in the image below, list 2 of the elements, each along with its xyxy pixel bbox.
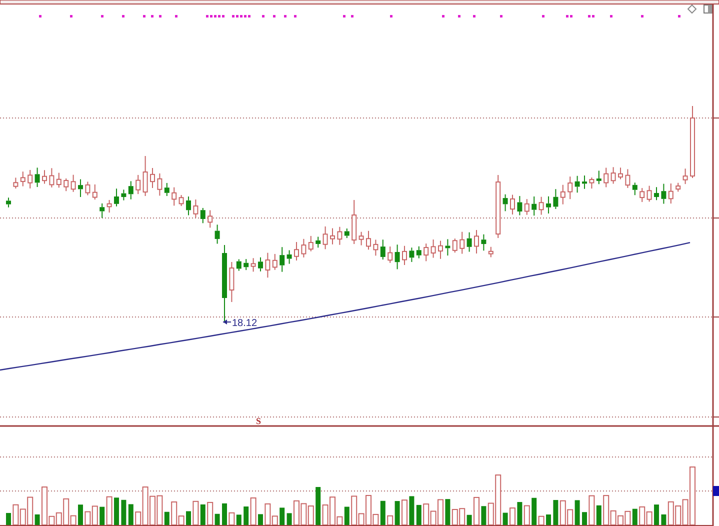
- signal-marker: S: [256, 416, 262, 426]
- low-price-label: 18.12: [232, 318, 258, 329]
